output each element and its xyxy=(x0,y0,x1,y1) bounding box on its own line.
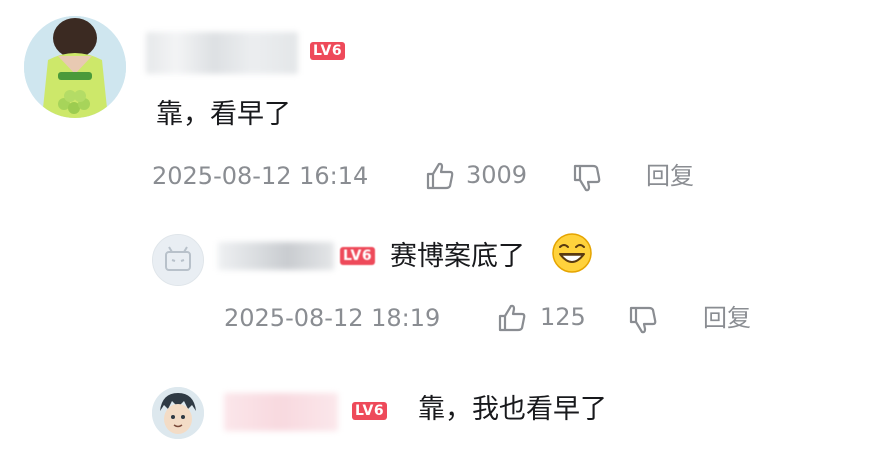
comment-text: 靠，看早了 xyxy=(156,99,291,130)
reply-button[interactable]: 回复 xyxy=(646,161,694,191)
thumbs-down-icon[interactable] xyxy=(627,304,659,336)
grinning-face-emoji xyxy=(551,232,593,274)
level-badge: LV6 xyxy=(310,42,346,60)
avatar-image xyxy=(152,387,204,439)
reply-username[interactable] xyxy=(218,242,334,270)
comment-timestamp: 2025-08-12 16:14 xyxy=(152,162,369,190)
reply-text: 赛博案底了 xyxy=(390,241,525,272)
commenter-avatar[interactable] xyxy=(24,16,126,118)
reply-username[interactable] xyxy=(224,393,338,431)
level-badge: LV6 xyxy=(352,402,388,420)
thumbs-up-icon[interactable] xyxy=(496,302,528,334)
thumbs-up-icon[interactable] xyxy=(424,160,456,192)
reply-timestamp: 2025-08-12 18:19 xyxy=(224,304,441,332)
reply-avatar[interactable] xyxy=(152,387,204,439)
reply-text: 靠，我也看早了 xyxy=(418,394,607,425)
commenter-username[interactable] xyxy=(146,32,298,74)
reply-avatar[interactable] xyxy=(152,234,204,286)
level-badge: LV6 xyxy=(340,247,376,265)
reply-button[interactable]: 回复 xyxy=(703,303,751,333)
like-count: 3009 xyxy=(466,161,528,189)
avatar-image xyxy=(24,16,126,118)
like-count: 125 xyxy=(540,303,586,331)
thumbs-down-icon[interactable] xyxy=(571,162,603,194)
default-avatar-icon xyxy=(153,235,203,285)
